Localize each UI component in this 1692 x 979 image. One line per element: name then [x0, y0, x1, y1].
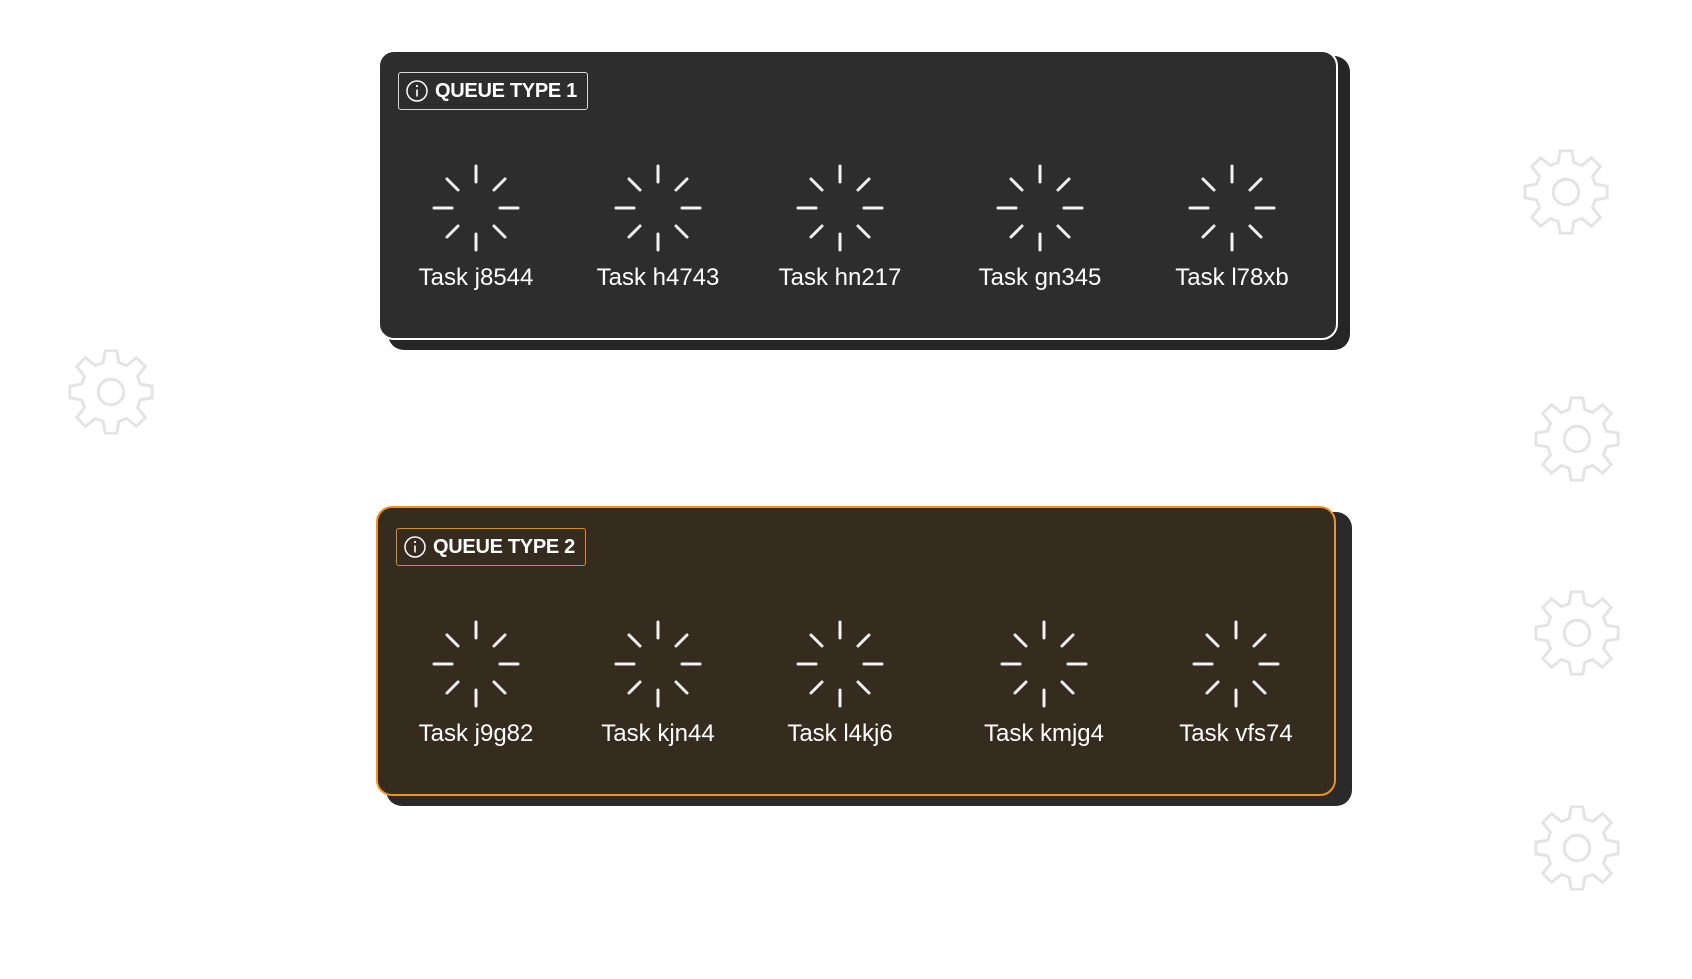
gear-icon [1534, 590, 1620, 676]
task-list: Task j8544 Task h4743 Task hn217 Task gn… [380, 162, 1336, 322]
task-label: Task hn217 [778, 264, 902, 291]
task-label: Task l4kj6 [787, 720, 893, 747]
task-item: Task kjn44 [578, 618, 738, 748]
gear-icon [1523, 149, 1609, 235]
task-label: Task h4743 [596, 264, 720, 291]
loading-spinner-icon [1000, 620, 1088, 708]
task-item: Task vfs74 [1156, 618, 1316, 748]
task-item: Task hn217 [760, 162, 920, 292]
task-label: Task vfs74 [1179, 720, 1293, 747]
queue-title-text: QUEUE TYPE 2 [433, 535, 575, 558]
task-label: Task kmjg4 [983, 720, 1105, 747]
loading-spinner-icon [1192, 620, 1280, 708]
loading-spinner-icon [1188, 164, 1276, 252]
task-item: Task l4kj6 [760, 618, 920, 748]
queue-title: QUEUE TYPE 2 [396, 528, 586, 566]
loading-spinner-icon [614, 164, 702, 252]
loading-spinner-icon [614, 620, 702, 708]
loading-spinner-icon [432, 164, 520, 252]
task-item: Task kmjg4 [964, 618, 1124, 748]
gear-icon [1534, 396, 1620, 482]
gear-icon [1534, 805, 1620, 891]
gear-icon [68, 349, 154, 435]
task-label: Task gn345 [978, 264, 1102, 291]
loading-spinner-icon [796, 620, 884, 708]
loading-spinner-icon [796, 164, 884, 252]
task-item: Task gn345 [960, 162, 1120, 292]
queue-type-2-panel: QUEUE TYPE 2 Task j9g82 Task kjn44 Task … [376, 506, 1336, 796]
info-icon [406, 80, 428, 102]
task-label: Task j8544 [418, 264, 534, 291]
queue-type-1-panel: QUEUE TYPE 1 Task j8544 Task h4743 Task … [378, 50, 1338, 340]
task-item: Task l78xb [1152, 162, 1312, 292]
queue-title: QUEUE TYPE 1 [398, 72, 588, 110]
info-icon [404, 536, 426, 558]
task-label: Task j9g82 [418, 720, 534, 747]
task-item: Task h4743 [578, 162, 738, 292]
task-item: Task j9g82 [396, 618, 556, 748]
loading-spinner-icon [996, 164, 1084, 252]
task-label: Task l78xb [1175, 264, 1289, 291]
task-list: Task j9g82 Task kjn44 Task l4kj6 Task km… [378, 618, 1334, 778]
task-item: Task j8544 [396, 162, 556, 292]
loading-spinner-icon [432, 620, 520, 708]
queue-title-text: QUEUE TYPE 1 [435, 79, 577, 102]
task-label: Task kjn44 [601, 720, 715, 747]
